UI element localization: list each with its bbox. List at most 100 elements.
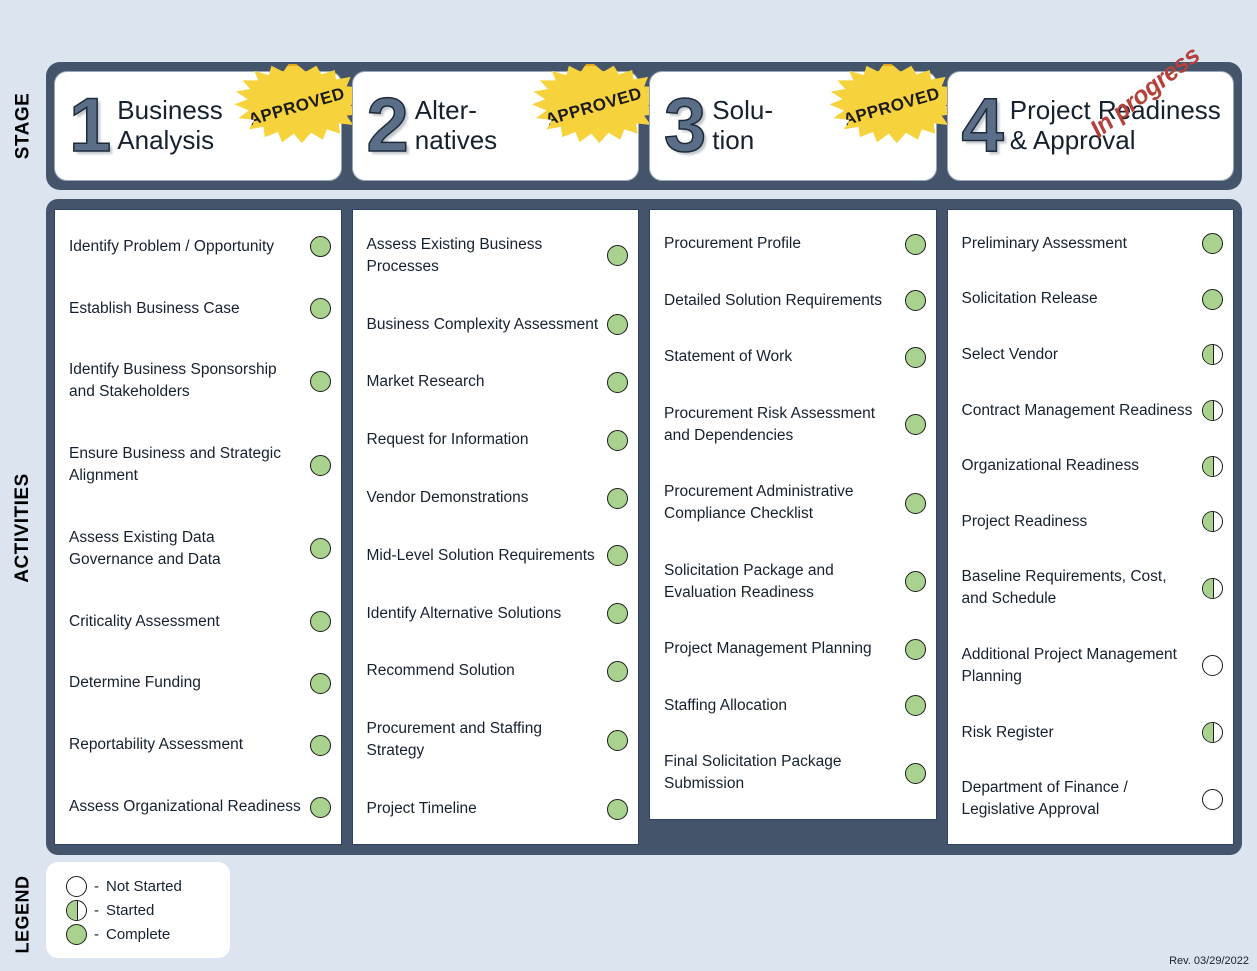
approved-stamp-label: APPROVED — [840, 83, 942, 130]
activity-row[interactable]: Detailed Solution Requirements — [664, 290, 926, 312]
legend-item-not-started: - Not Started — [66, 875, 230, 897]
activity-row[interactable]: Risk Register — [962, 722, 1223, 744]
activity-row[interactable]: Project Timeline — [367, 798, 628, 820]
activity-row[interactable]: Assess Existing Data Governance and Data — [69, 527, 331, 571]
activity-row[interactable]: Recommend Solution — [367, 660, 628, 682]
activity-row[interactable]: Procurement Risk Assessment and Dependen… — [664, 403, 926, 447]
activity-row[interactable]: Department of Finance / Legislative Appr… — [962, 777, 1223, 821]
status-marker-complete[interactable] — [607, 245, 628, 267]
status-marker-complete[interactable] — [309, 370, 331, 392]
activity-row[interactable]: Statement of Work — [664, 346, 926, 368]
activity-row[interactable]: Identify Alternative Solutions — [367, 603, 628, 625]
status-marker-complete[interactable] — [607, 371, 628, 393]
activity-row[interactable]: Mid-Level Solution Requirements — [367, 545, 628, 567]
activity-row[interactable]: Contract Management Readiness — [961, 400, 1223, 422]
stage-title: Project Readiness & Approval — [1009, 95, 1221, 155]
status-marker-complete[interactable] — [309, 298, 331, 320]
status-marker-complete[interactable] — [904, 492, 926, 514]
activity-row[interactable]: Establish Business Case — [69, 298, 331, 320]
legend-dash: - — [94, 925, 99, 943]
status-marker-complete[interactable] — [607, 660, 628, 682]
activity-row[interactable]: Solicitation Release — [962, 288, 1223, 310]
stage-card-4[interactable]: 4 Project Readiness & Approval In progress — [946, 41, 1234, 181]
activity-row[interactable]: Request for Information — [367, 429, 628, 451]
stage-number: 4 — [961, 82, 1005, 168]
status-marker-complete[interactable] — [607, 798, 628, 820]
stage-number: 1 — [68, 82, 112, 168]
activity-row[interactable]: Additional Project Management Planning — [962, 644, 1223, 688]
activity-row[interactable]: Market Research — [367, 371, 628, 393]
legend-label: Not Started — [106, 877, 182, 895]
activity-row[interactable]: Baseline Requirements, Cost, and Schedul… — [962, 566, 1223, 610]
activity-row[interactable]: Procurement Administrative Compliance Ch… — [664, 481, 926, 525]
status-marker-complete[interactable] — [607, 487, 628, 509]
activity-row[interactable]: Identify Business Sponsorship and Stakeh… — [69, 359, 331, 403]
status-marker-started[interactable] — [1202, 722, 1223, 744]
activity-row[interactable]: Criticality Assessment — [69, 611, 331, 633]
activity-row[interactable]: Organizational Readiness — [962, 455, 1223, 477]
status-marker-complete[interactable] — [309, 734, 331, 756]
status-marker-complete[interactable] — [607, 545, 628, 567]
status-marker-started[interactable] — [1202, 344, 1223, 366]
status-marker-complete[interactable] — [607, 429, 628, 451]
status-marker-started[interactable] — [1202, 400, 1223, 422]
activity-row[interactable]: Assess Organizational Readiness — [69, 796, 331, 818]
stage-card-1[interactable]: 1 Business Analysis APPROVED — [54, 64, 363, 181]
activity-row[interactable]: Assess Existing Business Processes — [367, 234, 628, 278]
activity-label: Establish Business Case — [69, 299, 240, 317]
status-marker-complete[interactable] — [1202, 288, 1223, 310]
activity-row[interactable]: Select Vendor — [962, 344, 1223, 366]
activity-row[interactable]: Reportability Assessment — [69, 734, 331, 756]
stage-card-3[interactable]: 3 Solu- tion APPROVED — [649, 64, 958, 181]
activity-label: Statement of Work — [664, 348, 793, 366]
status-marker-started[interactable] — [1202, 511, 1223, 533]
activity-row[interactable]: Final Solicitation Package Submission — [664, 751, 926, 795]
status-marker-not-started[interactable] — [1202, 788, 1223, 810]
status-marker-complete[interactable] — [309, 538, 331, 560]
activity-row[interactable]: Staffing Allocation — [664, 695, 926, 717]
activity-row[interactable]: Project Readiness — [961, 511, 1223, 533]
status-marker-complete[interactable] — [309, 672, 331, 694]
activity-row[interactable]: Business Complexity Assessment — [367, 314, 628, 336]
status-marker-complete[interactable] — [904, 638, 926, 660]
row-label-activities: ACTIVITIES — [0, 200, 46, 855]
activity-row[interactable]: Determine Funding — [69, 672, 331, 694]
status-marker-complete[interactable] — [904, 346, 926, 368]
status-marker-complete[interactable] — [309, 796, 331, 818]
activity-label: Procurement Administrative Compliance Ch… — [664, 483, 854, 523]
activity-row[interactable]: Procurement and Staffing Strategy — [367, 718, 628, 762]
activity-column-stage-2: Assess Existing Business Processes Busine… — [351, 209, 639, 845]
status-marker-complete[interactable] — [904, 695, 926, 717]
activity-row[interactable]: Project Management Planning — [664, 638, 926, 660]
activity-row[interactable]: Solicitation Package and Evaluation Read… — [664, 560, 926, 604]
stage-card-2[interactable]: 2 Alter- natives APPROVED — [351, 64, 660, 181]
status-marker-started-legend[interactable] — [66, 899, 87, 921]
status-marker-not-started[interactable] — [1202, 655, 1223, 677]
status-marker-complete[interactable] — [607, 603, 628, 625]
status-marker-complete-legend[interactable] — [66, 923, 87, 945]
status-marker-not-started-legend[interactable] — [66, 875, 87, 897]
status-marker-complete[interactable] — [1202, 233, 1223, 255]
status-marker-complete[interactable] — [309, 611, 331, 633]
status-marker-started[interactable] — [1202, 577, 1223, 599]
status-marker-started[interactable] — [1202, 455, 1223, 477]
activity-row[interactable]: Vendor Demonstrations — [367, 487, 628, 509]
activity-label: Project Readiness — [961, 512, 1088, 530]
activity-row[interactable]: Procurement Profile — [664, 233, 926, 255]
activity-row[interactable]: Identify Problem / Opportunity — [69, 236, 331, 258]
legend-label: Started — [106, 901, 155, 919]
status-marker-complete[interactable] — [904, 233, 926, 255]
row-label-stage-text: STAGE — [12, 92, 34, 160]
status-marker-complete[interactable] — [904, 290, 926, 312]
activity-row[interactable]: Ensure Business and Strategic Alignment — [69, 443, 331, 487]
status-marker-complete[interactable] — [904, 414, 926, 436]
activity-label: Contract Management Readiness — [961, 401, 1193, 419]
status-marker-complete[interactable] — [309, 454, 331, 476]
activity-row[interactable]: Preliminary Assessment — [962, 233, 1223, 255]
status-marker-complete[interactable] — [904, 571, 926, 593]
status-marker-complete[interactable] — [607, 314, 628, 336]
status-marker-complete[interactable] — [607, 729, 628, 751]
status-marker-complete[interactable] — [309, 236, 331, 258]
status-marker-complete[interactable] — [904, 762, 926, 784]
activity-label: Procurement Profile — [664, 235, 801, 253]
